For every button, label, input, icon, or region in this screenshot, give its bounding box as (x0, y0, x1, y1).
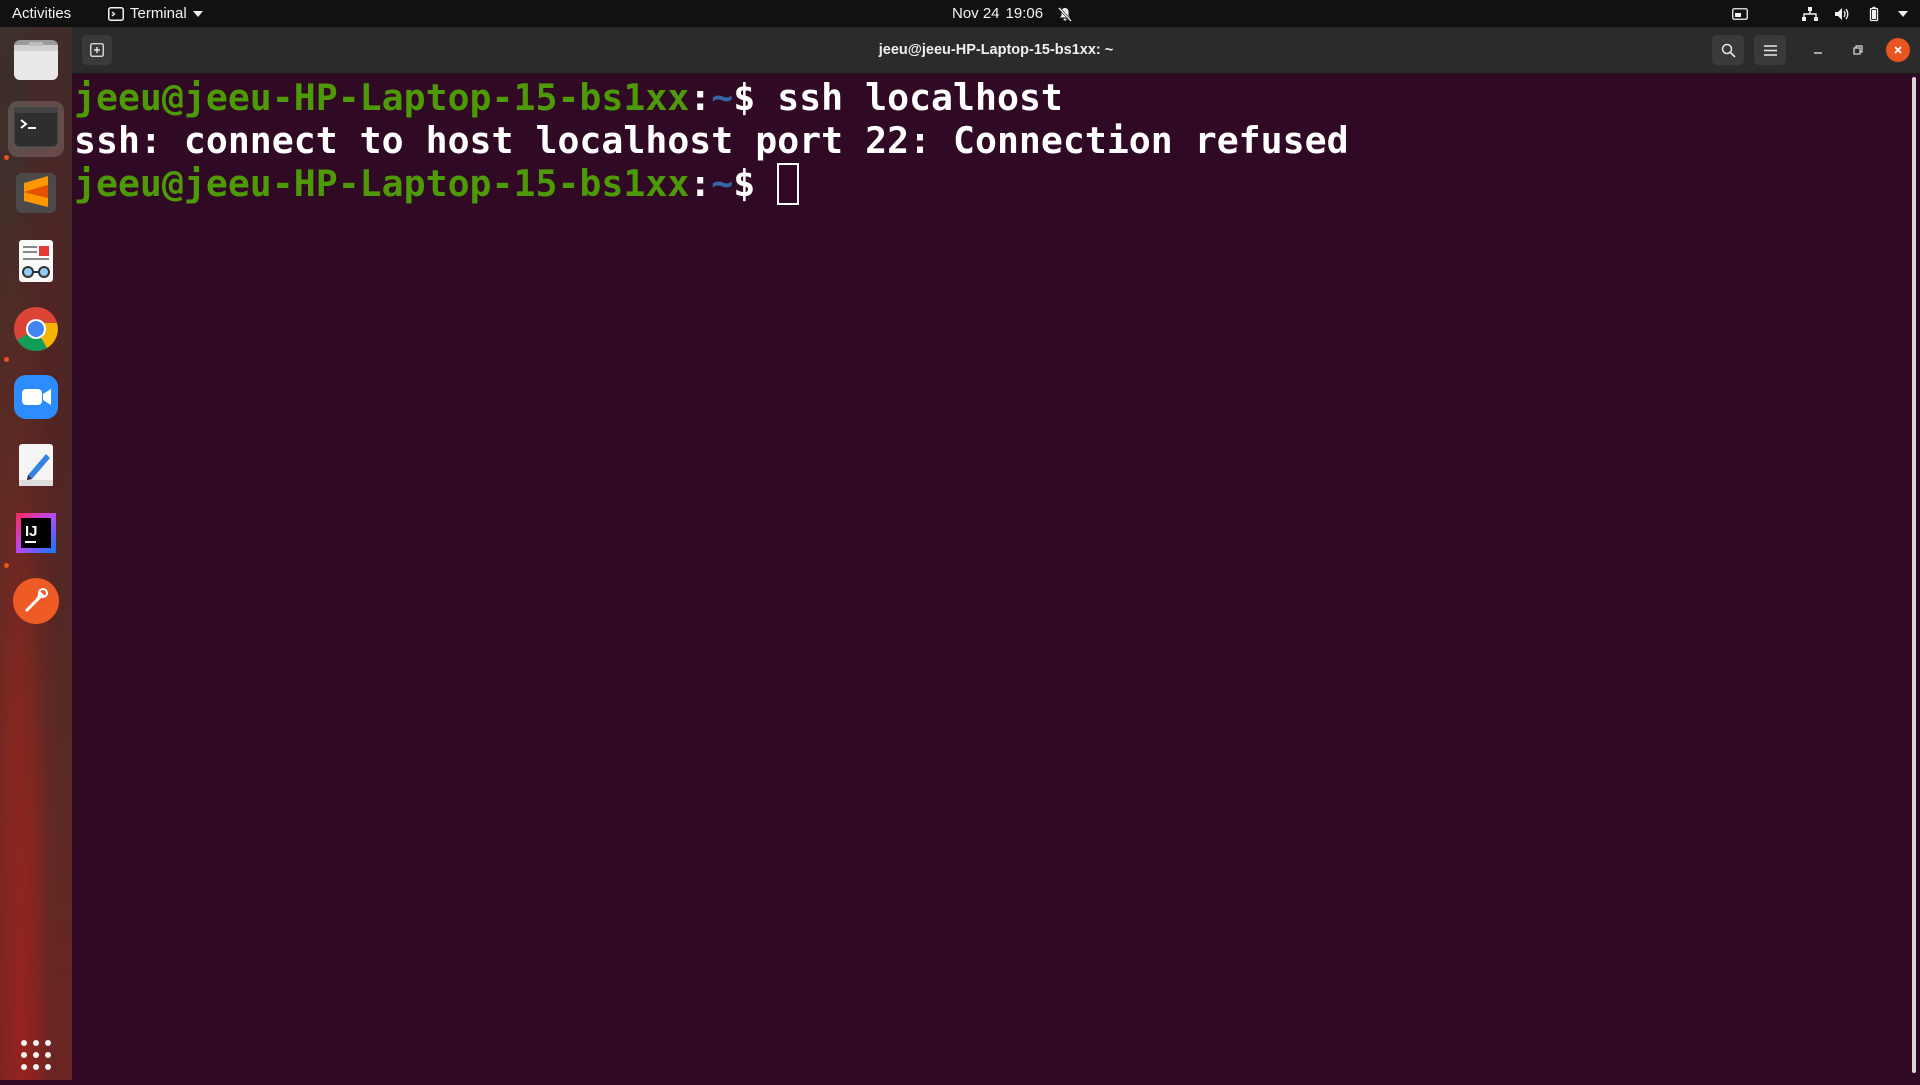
output-line: ssh: connect to host localhost port 22: … (74, 119, 1910, 162)
screen-share-icon[interactable] (1732, 7, 1748, 20)
dock-item-text-editor[interactable] (8, 439, 64, 495)
prompt-user-host: jeeu@jeeu-HP-Laptop-15-bs1xx (74, 76, 690, 119)
text-editor-icon (16, 442, 56, 493)
prompt-line: jeeu@jeeu-HP-Laptop-15-bs1xx:~$ (74, 162, 1910, 205)
intellij-icon: IJ (16, 512, 56, 558)
dock-item-intellij[interactable]: IJ (8, 507, 64, 563)
prompt-line: jeeu@jeeu-HP-Laptop-15-bs1xx:~$ ssh loca… (74, 76, 1910, 119)
terminal-running-indicator (4, 155, 9, 160)
close-button[interactable] (1886, 38, 1910, 62)
window-title: jeeu@jeeu-HP-Laptop-15-bs1xx: ~ (878, 42, 1114, 58)
app-menu[interactable]: Terminal (108, 0, 203, 27)
minimize-button[interactable] (1806, 38, 1830, 62)
prompt-path: ~ (711, 162, 734, 205)
dock-item-document-viewer[interactable] (8, 235, 64, 291)
terminal-icon (13, 106, 59, 153)
terminal-output[interactable]: jeeu@jeeu-HP-Laptop-15-bs1xx:~$ ssh loca… (72, 74, 1910, 1082)
top-bar: Activities Terminal Nov 24 19:06 (0, 0, 1920, 27)
sublime-text-icon (14, 171, 58, 220)
window-headerbar: jeeu@jeeu-HP-Laptop-15-bs1xx: ~ (72, 27, 1920, 74)
clock[interactable]: Nov 24 19:06 (952, 0, 1073, 27)
notifications-off-icon (1057, 6, 1073, 22)
dock-item-terminal[interactable] (8, 101, 64, 157)
time-label: 19:06 (1005, 5, 1044, 22)
dock-item-postman[interactable] (8, 575, 64, 631)
date-label: Nov 24 (952, 5, 1000, 22)
prompt-colon: : (689, 162, 712, 205)
show-applications-button[interactable] (8, 1029, 64, 1085)
intellij-running-indicator (4, 563, 9, 568)
volume-icon[interactable] (1834, 7, 1850, 21)
prompt-user-host: jeeu@jeeu-HP-Laptop-15-bs1xx (74, 162, 690, 205)
prompt-colon: : (689, 76, 712, 119)
hamburger-menu-icon (1763, 44, 1777, 56)
restore-button[interactable] (1846, 38, 1870, 62)
minimize-icon (1813, 45, 1823, 55)
battery-icon[interactable] (1866, 6, 1882, 22)
output-text: ssh: connect to host localhost port 22: … (74, 119, 1349, 162)
restore-icon (1853, 45, 1863, 55)
activities-button[interactable]: Activities (12, 0, 71, 27)
close-icon (1893, 45, 1903, 55)
chevron-down-icon (192, 10, 203, 17)
zoom-icon (13, 374, 59, 425)
prompt-path: ~ (711, 76, 734, 119)
terminal-scrollbar[interactable] (1912, 77, 1916, 1073)
dock-item-files[interactable] (8, 34, 64, 90)
app-menu-label: Terminal (130, 5, 187, 22)
system-tray[interactable] (1732, 0, 1908, 27)
terminal-window: jeeu@jeeu-HP-Laptop-15-bs1xx: ~ jeeu@jee… (72, 27, 1920, 1080)
network-icon[interactable] (1802, 6, 1818, 21)
app-grid-icon (20, 1039, 52, 1076)
search-button[interactable] (1712, 35, 1744, 65)
prompt-dollar: $ (733, 162, 778, 205)
system-menu-chevron-icon[interactable] (1898, 10, 1908, 17)
chrome-running-indicator (4, 357, 9, 362)
dock-item-sublime-text[interactable] (8, 167, 64, 223)
svg-text:IJ: IJ (25, 523, 38, 540)
terminal-small-icon (108, 6, 124, 21)
dock-item-zoom[interactable] (8, 371, 64, 427)
prompt-dollar: $ (733, 76, 778, 119)
text-cursor (777, 163, 800, 205)
dock: IJ (0, 27, 72, 1080)
search-icon (1721, 43, 1736, 58)
files-icon (13, 37, 59, 88)
postman-icon (12, 577, 60, 630)
chrome-icon (13, 306, 59, 357)
dock-item-chrome[interactable] (8, 303, 64, 359)
menu-button[interactable] (1754, 35, 1786, 65)
document-viewer-icon (15, 238, 57, 289)
command-text: ssh localhost (777, 76, 1063, 119)
